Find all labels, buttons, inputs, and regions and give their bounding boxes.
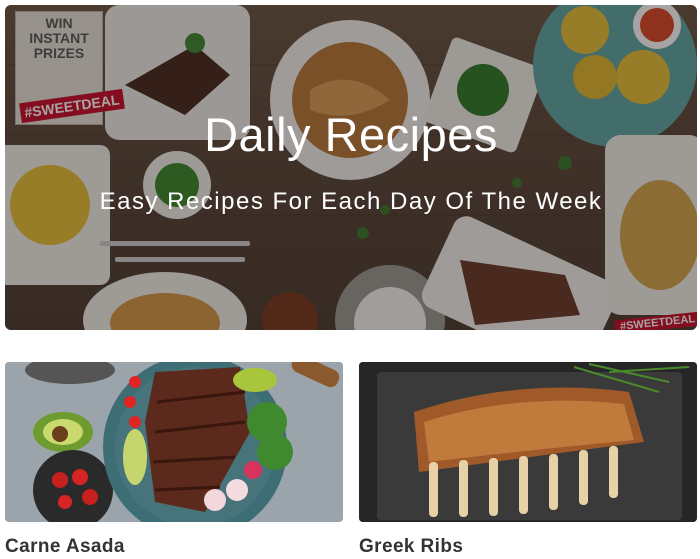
recipe-title-greek-ribs[interactable]: Greek Ribs (359, 536, 463, 558)
recipe-card-greek-ribs[interactable] (359, 362, 697, 522)
recipe-title-carne-asada[interactable]: Carne Asada (5, 536, 125, 558)
carne-asada-photo[interactable] (5, 362, 343, 522)
recipe-card-carne-asada[interactable] (5, 362, 343, 522)
hero-dim-overlay (5, 5, 697, 330)
hero-subtitle: Easy Recipes For Each Day Of The Week (99, 188, 603, 215)
greek-ribs-photo[interactable] (359, 362, 697, 522)
greek-ribs-illustration (359, 362, 697, 522)
hero-banner: WIN INSTANT PRIZES #SWEETDEAL #SWEETDEAL… (5, 5, 697, 330)
carne-asada-illustration (5, 362, 343, 522)
hero-title: Daily Recipes (204, 108, 498, 161)
